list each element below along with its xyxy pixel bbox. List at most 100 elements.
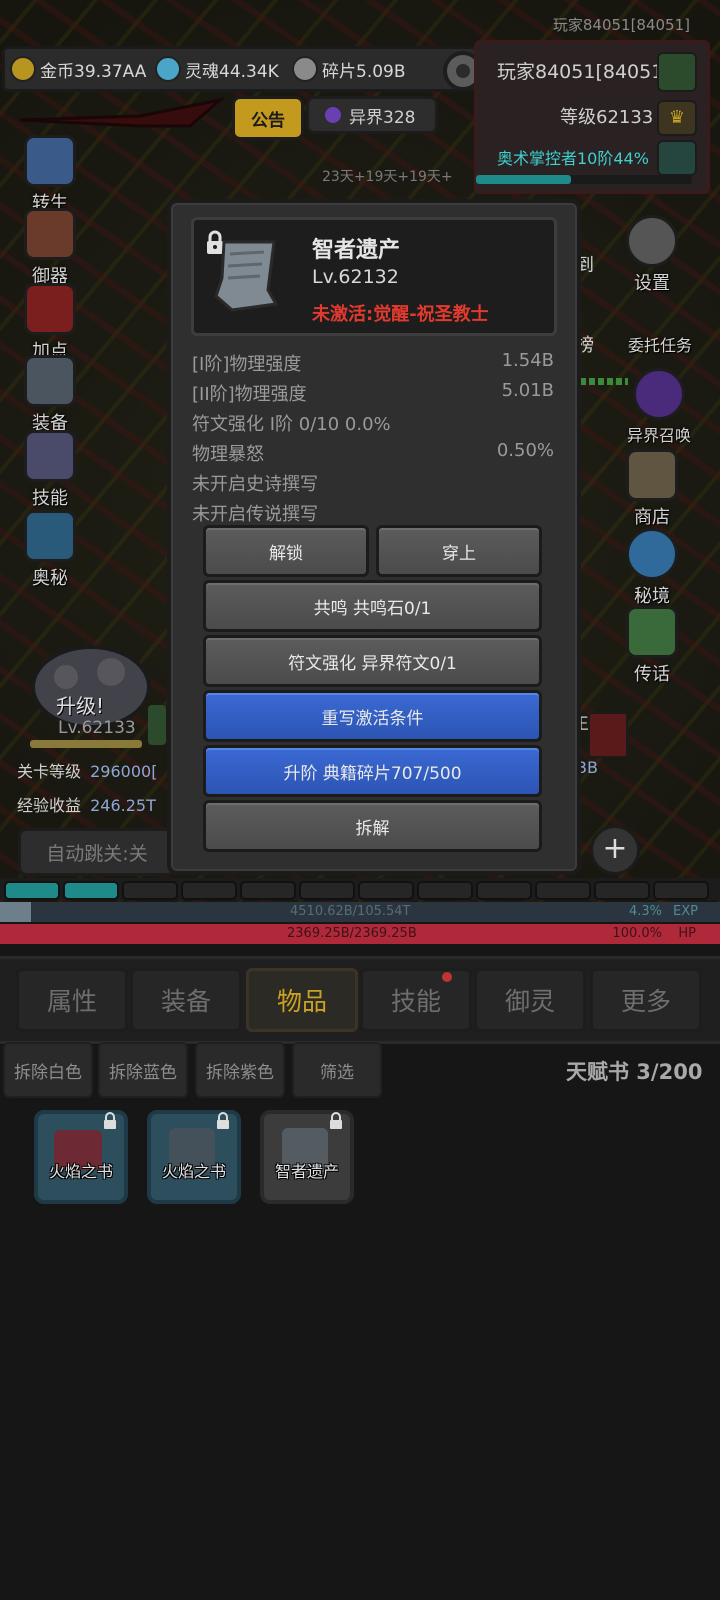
dismantle-button[interactable]: 拆解 (203, 800, 542, 852)
exp-bar: 4510.62B/105.54T 4.3% EXP (0, 902, 720, 922)
leaf-icon[interactable] (148, 705, 166, 745)
title-progress-fill (476, 175, 572, 184)
exp-label: EXP (673, 904, 698, 919)
left-menu-artifact[interactable]: 御器 (18, 208, 82, 288)
buff-timers: 23天+19天+19天+ (322, 169, 453, 185)
inventory-slot[interactable]: 火焰之书 (147, 1110, 241, 1204)
skill-slot[interactable] (4, 881, 60, 900)
settings-button[interactable]: 设置 (620, 215, 684, 295)
notification-dot (442, 972, 452, 982)
inventory-slot[interactable]: 火焰之书 (34, 1110, 128, 1204)
stat-row: 未开启传说撰写 (192, 504, 318, 525)
crown-icon[interactable]: ♛ (657, 100, 697, 136)
remove-white-button[interactable]: 拆除白色 (3, 1042, 93, 1098)
hp-text: 2369.25B/2369.25B (287, 926, 417, 941)
hero-upgrade-bar (30, 740, 142, 748)
shop-bag-icon (626, 449, 678, 501)
skill-slot[interactable] (240, 881, 296, 900)
exp-text: 4510.62B/105.54T (290, 904, 411, 919)
skill-slot[interactable] (181, 881, 237, 900)
gold-resource: 金币39.37AA (10, 52, 146, 86)
equip-icon (24, 355, 76, 407)
artifact-icon (24, 208, 76, 260)
skill-slot[interactable] (299, 881, 355, 900)
left-menu-skills[interactable]: 技能 (18, 430, 82, 510)
lock-icon (104, 1112, 116, 1129)
left-menu-arcane[interactable]: 奥秘 (18, 510, 82, 590)
skill-slot[interactable] (476, 881, 532, 900)
rune-enhance-button[interactable]: 符文强化 异界符文0/1 (203, 635, 542, 687)
plus-icon[interactable]: + (590, 825, 640, 875)
tab-skills[interactable]: 技能 (360, 968, 472, 1032)
tab-items[interactable]: 物品 (246, 968, 358, 1032)
stat-row: [I阶]物理强度 1.54B (192, 350, 554, 375)
upgrade-label[interactable]: 升级! (56, 690, 104, 719)
remove-purple-button[interactable]: 拆除紫色 (195, 1042, 285, 1098)
skill-slot-row (0, 878, 720, 900)
shard-icon (292, 56, 318, 82)
soul-icon (155, 56, 181, 82)
tab-equipment[interactable]: 装备 (130, 968, 242, 1032)
remove-blue-button[interactable]: 拆除蓝色 (98, 1042, 188, 1098)
skill-slot[interactable] (122, 881, 178, 900)
tab-spirits[interactable]: 御灵 (474, 968, 586, 1032)
secret-realm-button[interactable]: 秘境 (620, 528, 684, 608)
unlock-button[interactable]: 解锁 (203, 525, 369, 577)
skill-slot[interactable] (653, 881, 709, 900)
lock-icon (330, 1112, 342, 1129)
filter-button[interactable]: 筛选 (292, 1042, 382, 1098)
auto-skip-toggle[interactable]: 自动跳关:关 (18, 828, 176, 876)
legend-button[interactable]: 传话 (620, 606, 684, 686)
item-activation-condition: 未激活:觉醒-祝圣教士 (312, 304, 489, 325)
exp-bar-fill (0, 902, 31, 922)
points-icon (24, 283, 76, 335)
horn-icon (626, 606, 678, 658)
tab-attributes[interactable]: 属性 (16, 968, 128, 1032)
skill-slot[interactable] (417, 881, 473, 900)
left-menu-points[interactable]: 加点 (18, 283, 82, 363)
stat-row: [II阶]物理强度 5.01B (192, 380, 554, 405)
skills-icon (24, 430, 76, 482)
wizard-avatar[interactable] (588, 712, 628, 758)
talent-book-count: 天赋书 3/200 (566, 1060, 703, 1084)
equip-button[interactable]: 穿上 (376, 525, 542, 577)
tab-more[interactable]: 更多 (590, 968, 702, 1032)
item-level: Lv.62132 (312, 266, 399, 288)
rewrite-condition-button[interactable]: 重写激活条件 (203, 690, 542, 742)
otherworld-icon (325, 107, 341, 123)
skill-slot[interactable] (358, 881, 414, 900)
scroll-item-icon (214, 240, 279, 312)
leaf-icon[interactable] (657, 52, 697, 92)
arcane-icon (24, 510, 76, 562)
hero-level: Lv.62133 (58, 718, 136, 738)
tab-otherworld[interactable]: 异界328 (306, 96, 438, 134)
summon-button[interactable]: 异界召唤 (616, 368, 702, 446)
left-menu-rebirth[interactable]: 转生 (18, 135, 82, 215)
skill-slot[interactable] (535, 881, 591, 900)
stat-row: 未开启史诗撰写 (192, 474, 318, 495)
skill-slot[interactable] (63, 881, 119, 900)
exp-percent: 4.3% (628, 904, 662, 919)
item-detail-modal: 智者遗产 Lv.62132 未激活:觉醒-祝圣教士 [I阶]物理强度 1.54B … (167, 199, 581, 875)
hp-bar: 2369.25B/2369.25B 100.0% HP (0, 924, 720, 944)
stat-row: 符文强化 I阶 0/10 0.0% (192, 414, 391, 435)
resonate-button[interactable]: 共鸣 共鸣石0/1 (203, 580, 542, 632)
player-level: 等级62133 (560, 107, 654, 128)
hp-percent: 100.0% (612, 926, 662, 941)
exp-income: 经验收益 246.25T (17, 796, 156, 815)
spiral-icon[interactable] (657, 140, 697, 176)
gold-coin-icon (10, 56, 36, 82)
player-name: 玩家84051[84051] (497, 61, 671, 83)
inventory-slot[interactable]: 智者遗产 (260, 1110, 354, 1204)
shop-button[interactable]: 商店 (620, 449, 684, 529)
skill-slot[interactable] (594, 881, 650, 900)
player-title: 奥术掌控者10阶44% (497, 149, 649, 168)
rebirth-icon (24, 135, 76, 187)
title-progress-bar (476, 175, 692, 184)
tab-notice[interactable]: 公告 (232, 96, 304, 140)
top-player-tag: 玩家84051[84051] (552, 16, 690, 34)
quest-button[interactable]: 委托任务 (618, 300, 702, 356)
ascend-button[interactable]: 升阶 典籍碎片707/500 (203, 745, 542, 797)
left-menu-equip[interactable]: 装备 (18, 355, 82, 435)
item-name: 智者遗产 (312, 238, 401, 263)
